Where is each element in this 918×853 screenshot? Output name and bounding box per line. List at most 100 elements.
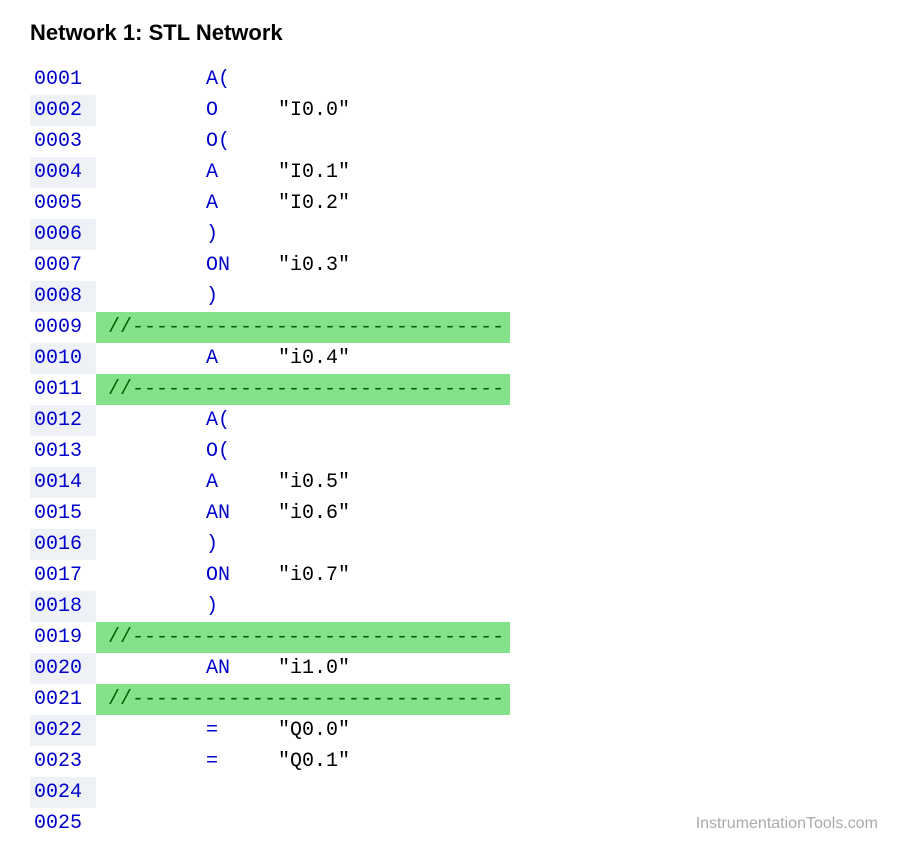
line-number: 0005 (30, 188, 96, 219)
opcode: A (206, 347, 278, 370)
line-content: ) (96, 529, 278, 560)
line-number: 0009 (30, 312, 96, 343)
opcode: AN (206, 502, 278, 525)
code-line: 0022 = "Q0.0" (30, 715, 888, 746)
code-line: 0024 (30, 777, 888, 808)
code-line: 0008 ) (30, 281, 888, 312)
line-content: = "Q0.0" (96, 715, 350, 746)
line-number: 0023 (30, 746, 96, 777)
line-number: 0001 (30, 64, 96, 95)
opcode: O( (206, 130, 278, 153)
line-content: A "I0.2" (96, 188, 350, 219)
line-content: = "Q0.1" (96, 746, 350, 777)
code-line: 0015 AN "i0.6" (30, 498, 888, 529)
code-line: 0009 //------------------------------- (30, 312, 888, 343)
line-content (96, 777, 108, 808)
opcode: ) (206, 285, 278, 308)
line-content: ON "i0.3" (96, 250, 350, 281)
opcode: A (206, 471, 278, 494)
line-number: 0011 (30, 374, 96, 405)
stl-code-block: 0001 A( 0002 O "I0.0"0003 O( 0004 A "I0.… (30, 64, 888, 839)
line-content: O "I0.0" (96, 95, 350, 126)
line-content: A "i0.5" (96, 467, 350, 498)
line-number: 0003 (30, 126, 96, 157)
line-number: 0015 (30, 498, 96, 529)
code-line: 0016 ) (30, 529, 888, 560)
line-content: ON "i0.7" (96, 560, 350, 591)
opcode: ) (206, 223, 278, 246)
code-line: 0012 A( (30, 405, 888, 436)
operand: "i0.6" (278, 502, 350, 525)
line-content: ) (96, 219, 278, 250)
code-line: 0001 A( (30, 64, 888, 95)
opcode: = (206, 719, 278, 742)
line-number: 0010 (30, 343, 96, 374)
operand: "Q0.0" (278, 719, 350, 742)
line-number: 0018 (30, 591, 96, 622)
code-line: 0007 ON "i0.3" (30, 250, 888, 281)
line-content: A( (96, 64, 278, 95)
network-title: Network 1: STL Network (30, 20, 888, 46)
opcode: A( (206, 68, 278, 91)
line-number: 0020 (30, 653, 96, 684)
opcode: AN (206, 657, 278, 680)
line-number: 0016 (30, 529, 96, 560)
opcode: A (206, 192, 278, 215)
code-line: 0021 //------------------------------- (30, 684, 888, 715)
code-line: 0005 A "I0.2" (30, 188, 888, 219)
line-number: 0004 (30, 157, 96, 188)
code-line: 0004 A "I0.1" (30, 157, 888, 188)
operand: "i0.3" (278, 254, 350, 277)
operand: "I0.0" (278, 99, 350, 122)
line-number: 0008 (30, 281, 96, 312)
line-content: A "I0.1" (96, 157, 350, 188)
code-line: 0006 ) (30, 219, 888, 250)
line-number: 0017 (30, 560, 96, 591)
code-line: 0011 //------------------------------- (30, 374, 888, 405)
line-content: ) (96, 281, 278, 312)
line-content: A( (96, 405, 278, 436)
code-line: 0020 AN "i1.0" (30, 653, 888, 684)
line-number: 0019 (30, 622, 96, 653)
opcode: A( (206, 409, 278, 432)
code-line: 0023 = "Q0.1" (30, 746, 888, 777)
operand: "i0.7" (278, 564, 350, 587)
line-content: //------------------------------- (96, 374, 510, 405)
line-number: 0012 (30, 405, 96, 436)
line-number: 0006 (30, 219, 96, 250)
code-line: 0019 //------------------------------- (30, 622, 888, 653)
code-line: 0002 O "I0.0" (30, 95, 888, 126)
line-number: 0022 (30, 715, 96, 746)
opcode: A (206, 161, 278, 184)
code-line: 0010 A "i0.4" (30, 343, 888, 374)
opcode: O (206, 99, 278, 122)
line-number: 0014 (30, 467, 96, 498)
code-line: 0003 O( (30, 126, 888, 157)
operand: "i0.4" (278, 347, 350, 370)
line-content: //------------------------------- (96, 312, 510, 343)
line-content: //------------------------------- (96, 684, 510, 715)
line-content: O( (96, 126, 278, 157)
line-number: 0013 (30, 436, 96, 467)
opcode: ) (206, 595, 278, 618)
opcode: ON (206, 254, 278, 277)
line-content: ) (96, 591, 278, 622)
line-content: AN "i0.6" (96, 498, 350, 529)
code-line: 0013 O( (30, 436, 888, 467)
line-number: 0021 (30, 684, 96, 715)
operand: "I0.2" (278, 192, 350, 215)
line-content: //------------------------------- (96, 622, 510, 653)
operand: "i1.0" (278, 657, 350, 680)
opcode: ON (206, 564, 278, 587)
line-number: 0002 (30, 95, 96, 126)
line-content: A "i0.4" (96, 343, 350, 374)
operand: "Q0.1" (278, 750, 350, 773)
operand: "i0.5" (278, 471, 350, 494)
operand: "I0.1" (278, 161, 350, 184)
code-line: 0018 ) (30, 591, 888, 622)
opcode: O( (206, 440, 278, 463)
line-number: 0024 (30, 777, 96, 808)
line-content: AN "i1.0" (96, 653, 350, 684)
code-line: 0014 A "i0.5" (30, 467, 888, 498)
opcode: = (206, 750, 278, 773)
